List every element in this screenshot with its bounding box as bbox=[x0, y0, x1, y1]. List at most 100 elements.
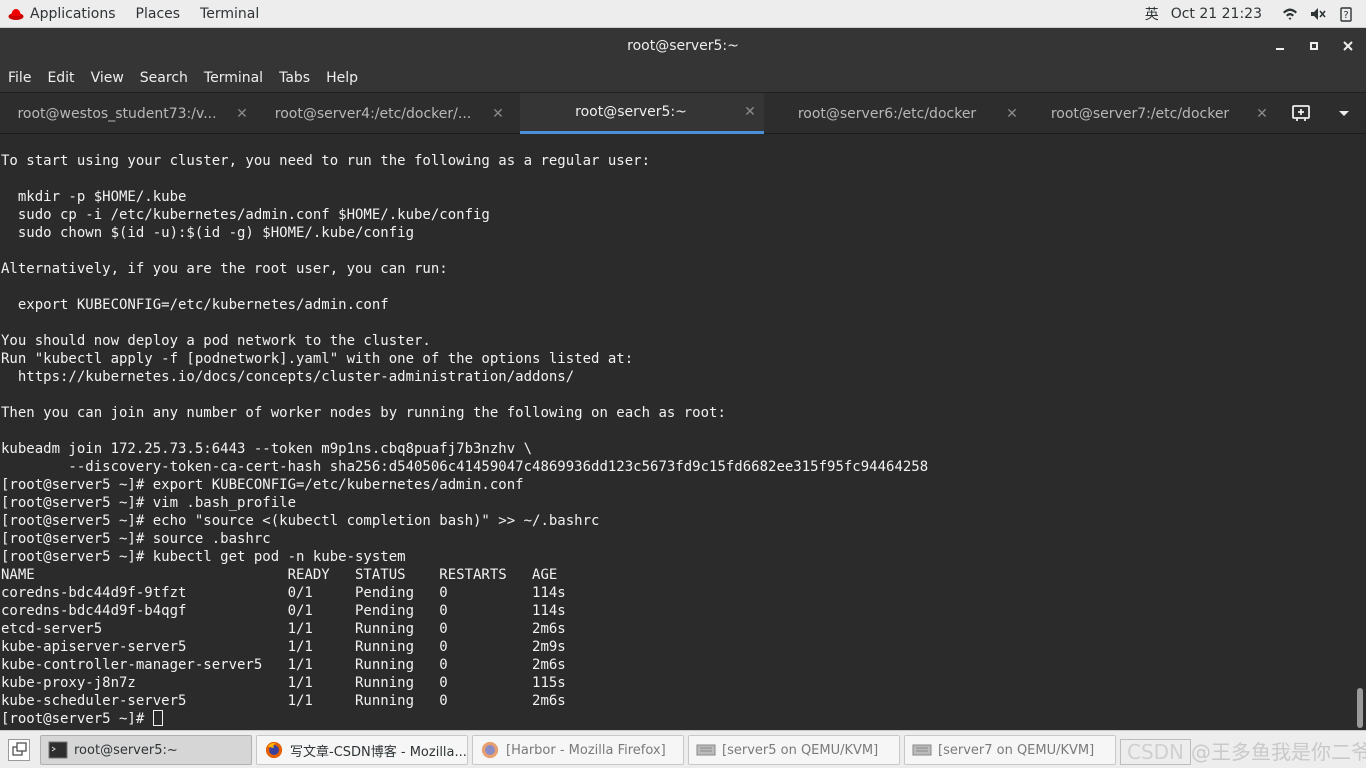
vm-icon bbox=[912, 744, 932, 756]
close-window-button[interactable] bbox=[1331, 28, 1365, 64]
taskbar-item-label: 写文章-CSDN博客 - Mozilla... bbox=[290, 744, 467, 760]
terminal-lines: To start using your cluster, you need to… bbox=[0, 152, 1354, 710]
tab-server5[interactable]: root@server5:~ ✕ bbox=[520, 93, 764, 134]
taskbar-item-vm-server5[interactable]: [server5 on QEMU/KVM] bbox=[688, 735, 900, 765]
tab-bar: root@westos_student73:/v... ✕ root@server… bbox=[0, 92, 1366, 134]
terminal-line: Alternatively, if you are the root user,… bbox=[1, 261, 448, 277]
terminal-output[interactable]: To start using your cluster, you need to… bbox=[0, 134, 1354, 730]
firefox-icon bbox=[481, 741, 499, 759]
tab-server7[interactable]: root@server7:/etc/docker ✕ bbox=[1026, 93, 1276, 134]
tab-label: root@westos_student73:/v... bbox=[17, 105, 217, 122]
watermark-badge: CSDN bbox=[1120, 739, 1192, 765]
taskbar-item-label: root@server5:~ bbox=[74, 742, 178, 758]
tab-server4[interactable]: root@server4:/etc/docker/... ✕ bbox=[256, 93, 512, 134]
menu-edit[interactable]: Edit bbox=[39, 70, 82, 86]
firefox-icon bbox=[265, 741, 283, 759]
terminal-line: coredns-bdc44d9f-9tfzt 0/1 Pending 0 114… bbox=[1, 585, 566, 601]
show-desktop-icon[interactable] bbox=[8, 739, 30, 761]
taskbar-item-vm-server7[interactable]: [server7 on QEMU/KVM] bbox=[904, 735, 1116, 765]
applications-menu[interactable]: Applications bbox=[0, 0, 126, 28]
tab-westos-student73[interactable]: root@westos_student73:/v... ✕ bbox=[0, 93, 256, 134]
terminal-line: [root@server5 ~]# export KUBECONFIG=/etc… bbox=[1, 477, 524, 493]
csdn-watermark: CSDN @王多鱼我是你二爷 bbox=[1120, 736, 1366, 765]
terminal-line: Then you can join any number of worker n… bbox=[1, 405, 726, 421]
terminal-line: kube-proxy-j8n7z 1/1 Running 0 115s bbox=[1, 675, 566, 691]
taskbar-item-label: [server5 on QEMU/KVM] bbox=[722, 742, 879, 758]
places-label: Places bbox=[135, 5, 181, 22]
terminal-line: sudo cp -i /etc/kubernetes/admin.conf $H… bbox=[1, 207, 490, 223]
menu-help[interactable]: Help bbox=[318, 70, 366, 86]
terminal-line: coredns-bdc44d9f-b4qgf 0/1 Pending 0 114… bbox=[1, 603, 566, 619]
watermark-text: @王多鱼我是你二爷 bbox=[1191, 740, 1366, 764]
taskbar-item-label: [server7 on QEMU/KVM] bbox=[938, 742, 1095, 758]
tab-server6[interactable]: root@server6:/etc/docker ✕ bbox=[770, 93, 1026, 134]
svg-text:?: ? bbox=[1343, 10, 1348, 21]
tab-list-chevron-down-icon[interactable] bbox=[1334, 103, 1354, 123]
minimize-button[interactable] bbox=[1263, 28, 1297, 64]
power-icon[interactable]: ? bbox=[1338, 6, 1354, 22]
terminal-app-menu[interactable]: Terminal bbox=[190, 0, 269, 28]
terminal-line: --discovery-token-ca-cert-hash sha256:d5… bbox=[1, 459, 929, 475]
terminal-prompt-line: [root@server5 ~]# bbox=[0, 710, 1354, 728]
minimize-icon bbox=[1276, 48, 1284, 50]
tab-label: root@server7:/etc/docker bbox=[1050, 105, 1230, 122]
terminal-app-label: Terminal bbox=[200, 5, 260, 22]
tab-close-icon[interactable]: ✕ bbox=[484, 106, 512, 122]
terminal-line: [root@server5 ~]# vim .bash_profile bbox=[1, 495, 297, 511]
terminal-line: mkdir -p $HOME/.kube bbox=[1, 189, 187, 205]
terminal-line: To start using your cluster, you need to… bbox=[1, 153, 651, 169]
places-menu[interactable]: Places bbox=[126, 0, 191, 28]
tab-label: root@server5:~ bbox=[575, 104, 687, 120]
terminal-line: kube-controller-manager-server5 1/1 Runn… bbox=[1, 657, 566, 673]
menu-view[interactable]: View bbox=[83, 70, 132, 86]
taskbar-item-firefox-harbor[interactable]: [Harbor - Mozilla Firefox] bbox=[472, 735, 684, 765]
taskbar-item-terminal[interactable]: root@server5:~ bbox=[40, 735, 252, 765]
maximize-icon bbox=[1310, 42, 1318, 50]
taskbar-item-firefox-csdn[interactable]: 写文章-CSDN博客 - Mozilla... bbox=[256, 735, 468, 765]
wifi-icon[interactable] bbox=[1282, 6, 1298, 22]
tab-close-icon[interactable]: ✕ bbox=[1248, 106, 1276, 122]
input-method-indicator[interactable]: 英 bbox=[1145, 4, 1159, 24]
menu-tabs[interactable]: Tabs bbox=[271, 70, 318, 86]
terminal-line: kubeadm join 172.25.73.5:6443 --token m9… bbox=[1, 441, 533, 457]
tab-close-icon[interactable]: ✕ bbox=[736, 104, 764, 120]
scrollbar-thumb[interactable] bbox=[1357, 688, 1363, 728]
terminal-line: [root@server5 ~]# echo "source <(kubectl… bbox=[1, 513, 600, 529]
tab-label: root@server6:/etc/docker bbox=[797, 105, 977, 122]
terminal-line: [root@server5 ~]# kubectl get pod -n kub… bbox=[1, 549, 406, 565]
maximize-button[interactable] bbox=[1297, 28, 1331, 64]
terminal-icon bbox=[48, 741, 68, 759]
text-cursor bbox=[152, 710, 163, 726]
terminal-line: etcd-server5 1/1 Running 0 2m6s bbox=[1, 621, 566, 637]
menu-search[interactable]: Search bbox=[132, 70, 196, 86]
top-bar: Applications Places Terminal 英 Oct 21 21… bbox=[0, 0, 1366, 28]
clock[interactable]: Oct 21 21:23 bbox=[1171, 6, 1262, 22]
taskbar-item-label: [Harbor - Mozilla Firefox] bbox=[506, 742, 666, 758]
menu-terminal[interactable]: Terminal bbox=[196, 70, 271, 86]
tab-close-icon[interactable]: ✕ bbox=[998, 106, 1026, 122]
terminal-line: sudo chown $(id -u):$(id -g) $HOME/.kube… bbox=[1, 225, 415, 241]
tab-label: root@server4:/etc/docker/... bbox=[274, 105, 472, 122]
new-tab-icon[interactable] bbox=[1290, 103, 1314, 123]
tab-close-icon[interactable]: ✕ bbox=[228, 106, 256, 122]
volume-icon[interactable] bbox=[1310, 6, 1326, 22]
menu-bar: File Edit View Search Terminal Tabs Help bbox=[0, 64, 1366, 92]
terminal-line: kube-scheduler-server5 1/1 Running 0 2m6… bbox=[1, 693, 566, 709]
terminal-line: kube-apiserver-server5 1/1 Running 0 2m9… bbox=[1, 639, 566, 655]
terminal-line: [root@server5 ~]# source .bashrc bbox=[1, 531, 271, 547]
window-titlebar[interactable]: root@server5:~ bbox=[0, 28, 1366, 64]
terminal-line: NAME READY STATUS RESTARTS AGE bbox=[1, 567, 558, 583]
menu-file[interactable]: File bbox=[0, 70, 39, 86]
terminal-scrollbar[interactable] bbox=[1354, 134, 1366, 730]
vm-icon bbox=[696, 744, 716, 756]
terminal-line: export KUBECONFIG=/etc/kubernetes/admin.… bbox=[1, 297, 389, 313]
prompt: [root@server5 ~]# bbox=[1, 711, 153, 727]
redhat-logo-icon bbox=[8, 8, 24, 20]
terminal-line: https://kubernetes.io/docs/concepts/clus… bbox=[1, 369, 575, 385]
